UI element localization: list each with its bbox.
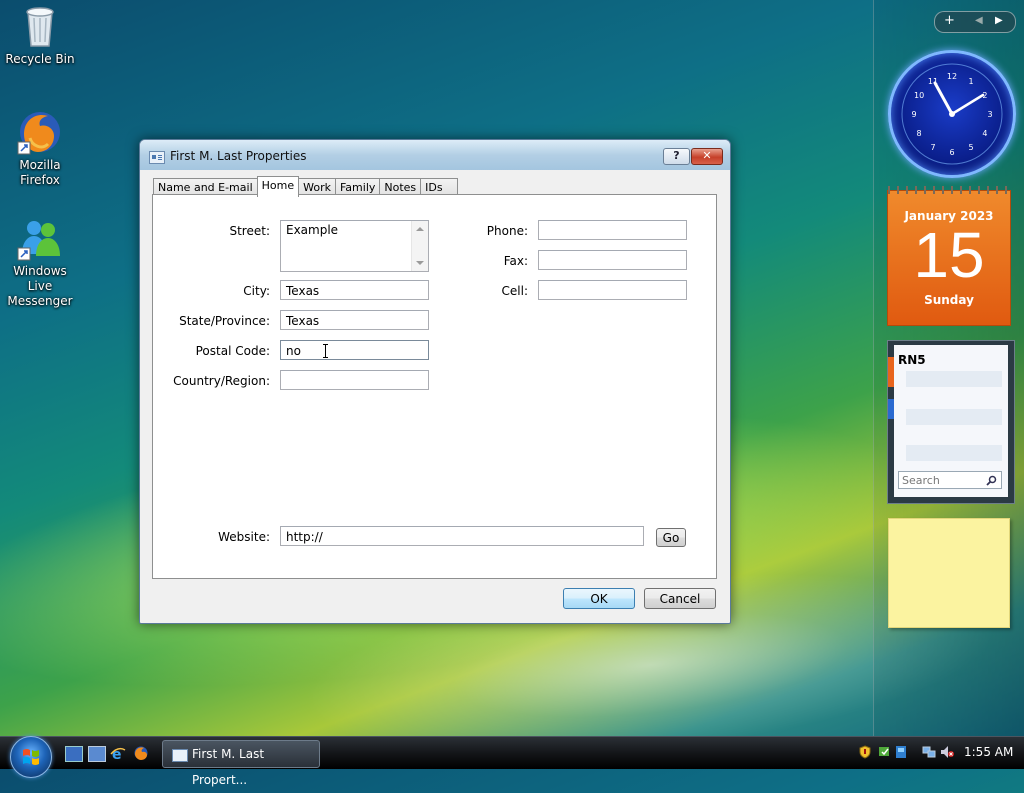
desktop-icon-label: Recycle Bin [5,52,75,66]
desktop-icon-windows-live-messenger[interactable]: Windows Live Messenger [0,214,80,309]
close-button[interactable]: ✕ [691,148,723,165]
desktop-icon-label: Windows Live Messenger [7,264,73,308]
security-shield-icon[interactable] [858,745,872,759]
add-gadget-button[interactable]: + [944,13,955,28]
desktop-icon-firefox[interactable]: Mozilla Firefox [0,108,80,188]
street-value: Example [286,223,339,237]
postal-code-label: Postal Code: [195,344,270,358]
fax-label: Fax: [503,254,528,268]
system-tray: 1:55 AM [852,736,1024,768]
clock-numeral: 12 [947,72,957,81]
taskbar-item-label: First M. Last Propert... [192,747,265,787]
windows-logo-icon [23,749,39,765]
street-scrollbar[interactable] [411,221,428,271]
clock-numeral: 8 [917,129,922,138]
volume-muted-icon[interactable] [940,745,954,759]
network-icon[interactable] [922,745,936,759]
cancel-button[interactable]: Cancel [644,588,716,609]
postal-code-value: no [286,344,301,358]
show-desktop-icon[interactable] [65,746,83,762]
postal-code-input[interactable]: no [280,340,429,360]
clock-numeral: 5 [968,143,973,152]
clock-numeral: 2 [982,91,987,100]
recycle-bin-icon [16,2,64,50]
go-button[interactable]: Go [656,528,686,547]
sidebar-toolbar: + ◀ ▶ [934,11,1016,33]
previous-gadgets-button[interactable]: ◀ [975,15,983,26]
firefox-icon [16,108,64,156]
calendar-binding [888,186,1010,194]
next-gadgets-button[interactable]: ▶ [995,15,1003,26]
website-input[interactable]: http:// [280,526,644,546]
phone-input[interactable] [538,220,687,240]
country-region-label: Country/Region: [173,374,270,388]
firefox-quicklaunch-icon[interactable] [133,746,149,760]
clock-face-icon: 12 12 3 45 6 78 9 10 11 [901,63,1003,165]
taskbar-item-properties[interactable]: First M. Last Propert... [162,740,320,787]
contact-card-icon [172,749,188,762]
tab-strip: Name and E-mail Home Work Family Notes I… [153,176,459,197]
phone-label: Phone: [486,224,528,238]
text-cursor-icon [323,344,329,358]
window-title: First M. Last Properties [170,149,307,163]
calendar-weekday: Sunday [924,293,974,307]
calendar-gadget[interactable]: January 2023 15 Sunday [887,186,1011,326]
scroll-up-arrow-icon[interactable] [416,227,424,231]
title-bar[interactable]: First M. Last Properties ? ✕ [140,140,730,170]
windows-update-icon[interactable] [878,745,892,759]
desktop-icon-recycle-bin[interactable]: Recycle Bin [0,2,80,67]
contact-properties-dialog: First M. Last Properties ? ✕ Name and E-… [139,139,731,624]
cell-label: Cell: [501,284,528,298]
messenger-icon [16,214,64,262]
tab-home[interactable]: Home [256,176,300,197]
contacts-gadget[interactable]: RN5 Search [887,340,1015,504]
sticky-note-gadget[interactable] [888,518,1010,628]
clock-numeral: 1 [968,77,973,86]
street-textarea[interactable]: Example [280,220,429,272]
clock-numeral: 10 [914,91,924,100]
clock-numeral: 11 [928,77,938,86]
contacts-search-input[interactable]: Search [898,471,1002,489]
switch-windows-icon[interactable] [88,746,106,762]
street-label: Street: [229,224,270,238]
list-item[interactable] [906,445,1002,461]
contacts-title: RN5 [898,353,926,367]
state-province-input[interactable]: Texas [280,310,429,330]
search-icon[interactable] [986,475,997,486]
contacts-list: RN5 Search [894,345,1008,497]
internet-explorer-icon[interactable]: e [110,746,126,760]
scroll-down-arrow-icon[interactable] [416,261,424,265]
contact-card-icon [149,151,165,164]
ok-button[interactable]: OK [563,588,635,609]
clock-numeral: 4 [982,129,987,138]
clock-numeral: 6 [949,148,954,157]
website-label: Website: [218,530,270,544]
country-region-input[interactable] [280,370,429,390]
desktop-icon-label: Mozilla Firefox [19,158,61,187]
clock-numeral: 3 [987,110,992,119]
tray-clock[interactable]: 1:55 AM [964,745,1013,759]
city-label: City: [243,284,270,298]
list-item[interactable] [906,409,1002,425]
list-item[interactable] [906,371,1002,387]
cell-input[interactable] [538,280,687,300]
start-button[interactable] [10,736,52,778]
calendar-day: 15 [913,219,985,291]
clock-numeral: 9 [911,110,916,119]
state-province-label: State/Province: [179,314,270,328]
defender-icon[interactable] [894,745,908,759]
city-input[interactable]: Texas [280,280,429,300]
clock-gadget[interactable]: 12 1 2 3 4 5 6 7 8 9 10 11 [888,50,1016,178]
contacts-search-placeholder: Search [902,474,940,487]
fax-input[interactable] [538,250,687,270]
clock-numeral: 7 [930,143,935,152]
help-button[interactable]: ? [663,148,690,165]
home-tab-panel: Street: Example City: Texas State/Provin… [152,194,717,579]
